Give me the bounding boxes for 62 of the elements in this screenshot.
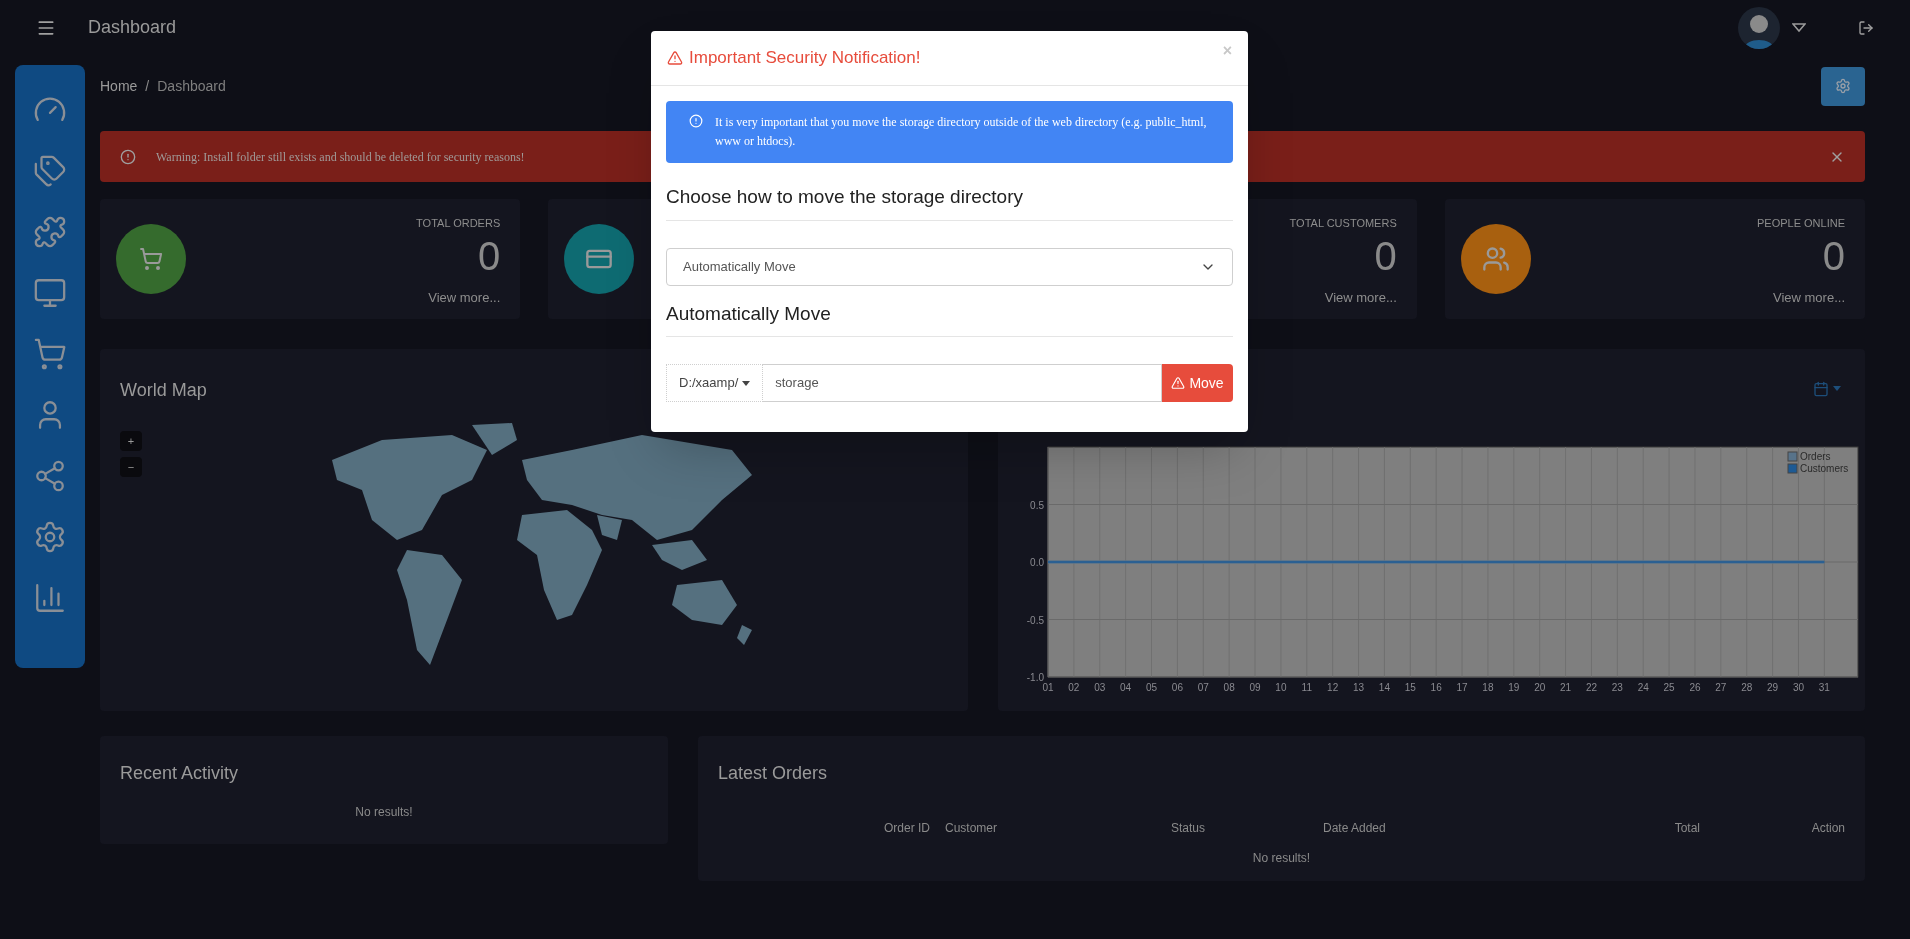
x-tick-label: 20 xyxy=(1533,682,1545,693)
panel-title: Latest Orders xyxy=(718,762,828,785)
legend-label: Orders xyxy=(1799,451,1831,462)
stat-title: TOTAL ORDERS xyxy=(416,216,501,231)
stat-title: TOTAL CUSTOMERS xyxy=(1289,216,1397,231)
alert-text: Warning: Install folder still exists and should be deleted for security reasons! xyxy=(156,148,525,166)
column-header: Order ID xyxy=(884,820,930,837)
x-tick-label: 28 xyxy=(1740,682,1752,693)
x-tick-label: 25 xyxy=(1663,682,1675,693)
x-tick-label: 12 xyxy=(1326,682,1338,693)
breadcrumb-current: Dashboard xyxy=(157,76,226,96)
empty-message: No results! xyxy=(354,804,414,821)
column-header: Customer xyxy=(945,820,997,837)
stat-value: 0 xyxy=(1822,232,1845,280)
column-header: Total xyxy=(1674,820,1700,837)
x-tick-label: 04 xyxy=(1119,682,1131,693)
x-tick-label: 11 xyxy=(1301,682,1312,693)
modal-title: Important Security Notification! xyxy=(689,47,921,70)
legend-label: Customers xyxy=(1799,463,1848,474)
y-tick-label: 0.0 xyxy=(1029,557,1044,568)
panel-title: World Map xyxy=(120,379,207,402)
x-tick-label: 29 xyxy=(1766,682,1778,693)
x-tick-label: 02 xyxy=(1067,682,1079,693)
x-tick-label: 30 xyxy=(1792,682,1804,693)
x-tick-label: 08 xyxy=(1223,682,1235,693)
x-tick-label: 03 xyxy=(1093,682,1105,693)
x-tick-label: 17 xyxy=(1456,682,1468,693)
x-tick-label: 13 xyxy=(1352,682,1364,693)
column-header: Action xyxy=(1811,820,1845,837)
panel-title: Recent Activity xyxy=(120,762,239,785)
x-tick-label: 22 xyxy=(1585,682,1597,693)
column-header: Date Added xyxy=(1323,820,1386,837)
section-heading: Choose how to move the storage directory xyxy=(666,186,1023,207)
x-tick-label: 01 xyxy=(1041,682,1054,693)
x-tick-label: 21 xyxy=(1559,682,1571,693)
stat-title: PEOPLE ONLINE xyxy=(1756,216,1845,231)
x-tick-label: 31 xyxy=(1818,682,1830,693)
section-heading: Automatically Move xyxy=(666,302,831,324)
empty-message: No results! xyxy=(1251,850,1312,867)
x-tick-label: 26 xyxy=(1688,682,1701,693)
y-tick-label: -0.5 xyxy=(1026,614,1044,626)
stat-value: 0 xyxy=(478,232,501,280)
column-header: Status xyxy=(1170,820,1205,837)
x-tick-label: 07 xyxy=(1197,682,1209,693)
info-text: It is very important that you move the storage directory outside of the web directory (e.g. public_html, www or htdocs). xyxy=(715,114,1208,150)
page-title: Dashboard xyxy=(88,16,177,39)
x-tick-label: 14 xyxy=(1378,682,1390,693)
x-tick-label: 18 xyxy=(1481,682,1493,693)
y-tick-label: 0.5 xyxy=(1029,499,1044,511)
x-tick-label: 06 xyxy=(1171,682,1183,693)
x-tick-label: 09 xyxy=(1248,682,1261,693)
x-tick-label: 15 xyxy=(1404,682,1416,693)
x-tick-label: 24 xyxy=(1637,682,1649,693)
x-tick-label: 10 xyxy=(1274,682,1286,693)
stat-value: 0 xyxy=(1374,232,1397,280)
x-tick-label: 27 xyxy=(1714,682,1726,693)
breadcrumb-separator: / xyxy=(145,76,150,96)
x-tick-label: 16 xyxy=(1430,682,1442,693)
x-tick-label: 19 xyxy=(1507,682,1519,693)
y-tick-label: -1.0 xyxy=(1026,672,1044,683)
x-tick-label: 23 xyxy=(1611,682,1623,693)
x-tick-label: 05 xyxy=(1145,682,1157,693)
